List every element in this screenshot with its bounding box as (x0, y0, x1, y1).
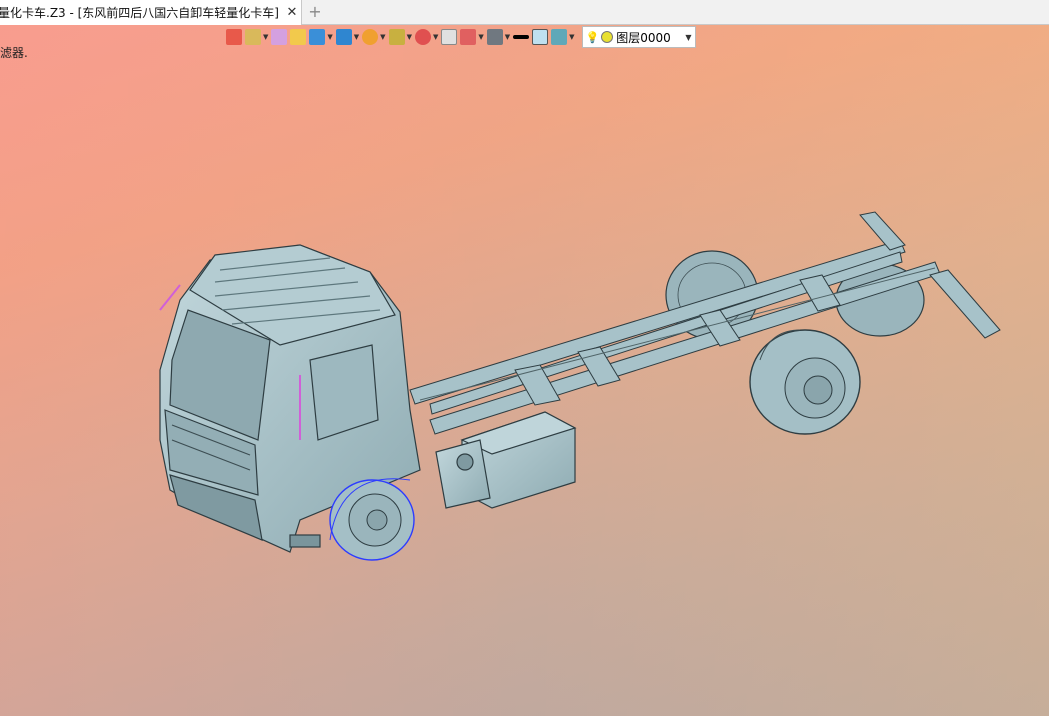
tab-bar: 量化卡车.Z3 - [东风前四后八国六自卸车轻量化卡车] ✕ + (0, 0, 1049, 25)
chevron-down-icon: ▼ (478, 33, 484, 41)
rear-wheel-front (749, 329, 861, 435)
tb-target[interactable]: ▼ (414, 26, 439, 48)
truck-model[interactable] (0, 25, 1049, 716)
cube-yellow-icon (290, 29, 307, 45)
layer-name: 图层0000 (616, 30, 671, 45)
tb-layers[interactable]: ▼ (551, 26, 575, 48)
target-icon (414, 29, 431, 45)
tb-cube[interactable]: ▼ (309, 26, 333, 48)
chevron-down-icon: ▼ (380, 33, 386, 41)
monitor-icon (486, 29, 503, 45)
close-tab-icon[interactable]: ✕ (285, 5, 299, 20)
tb-line-color[interactable] (513, 26, 530, 48)
section-icon (460, 29, 477, 45)
chevron-down-icon: ▼ (569, 33, 575, 41)
brush-icon (271, 29, 288, 45)
tb-display[interactable]: ▼ (335, 26, 360, 48)
zoom-icon (388, 29, 405, 45)
tb-brush[interactable] (271, 26, 288, 48)
document-tab[interactable]: 量化卡车.Z3 - [东风前四后八国六自卸车轻量化卡车] ✕ (0, 0, 302, 25)
chevron-down-icon: ▼ (432, 33, 439, 41)
layer-color-icon (601, 31, 614, 43)
tb-orient[interactable]: ▼ (362, 26, 386, 48)
view-toolbar: ▼ ▼ ▼ ▼ ▼ ▼ ▼ ▼ ▼ 💡 图层0000 ▼ (226, 25, 696, 49)
tb-fill-color[interactable] (532, 26, 549, 48)
front-wheel (329, 478, 415, 561)
prompt-text: 滤器. (0, 46, 28, 60)
chevron-down-icon: ▼ (327, 33, 333, 41)
orientation-icon (362, 29, 379, 45)
chevron-down-icon: ▼ (353, 33, 360, 41)
tb-frame[interactable] (441, 26, 458, 48)
tb-exit[interactable] (226, 26, 242, 48)
tb-section[interactable]: ▼ (460, 26, 484, 48)
tb-solid[interactable] (290, 26, 307, 48)
display-mode-icon (335, 29, 352, 45)
cube-blue-icon (309, 29, 326, 45)
chevron-down-icon: ▼ (504, 33, 511, 41)
tb-monitor[interactable]: ▼ (486, 26, 511, 48)
tb-zoom[interactable]: ▼ (388, 26, 412, 48)
exit-icon (226, 29, 242, 45)
tb-tools[interactable]: ▼ (245, 26, 268, 48)
3d-viewport[interactable] (0, 25, 1049, 716)
layer-select[interactable]: 💡 图层0000 ▼ (581, 26, 696, 48)
chevron-down-icon: ▼ (263, 33, 269, 41)
layers-icon (551, 29, 568, 45)
frame-icon (441, 29, 458, 45)
chevron-down-icon: ▼ (685, 32, 692, 42)
lightbulb-icon: 💡 (585, 30, 600, 44)
chevron-down-icon: ▼ (406, 33, 412, 41)
fill-color-icon (532, 29, 549, 45)
tools-icon (245, 29, 261, 45)
document-tab-label: 量化卡车.Z3 - [东风前四后八国六自卸车轻量化卡车] (0, 6, 279, 20)
new-tab-button[interactable]: + (306, 3, 324, 21)
line-color-icon (513, 35, 530, 39)
